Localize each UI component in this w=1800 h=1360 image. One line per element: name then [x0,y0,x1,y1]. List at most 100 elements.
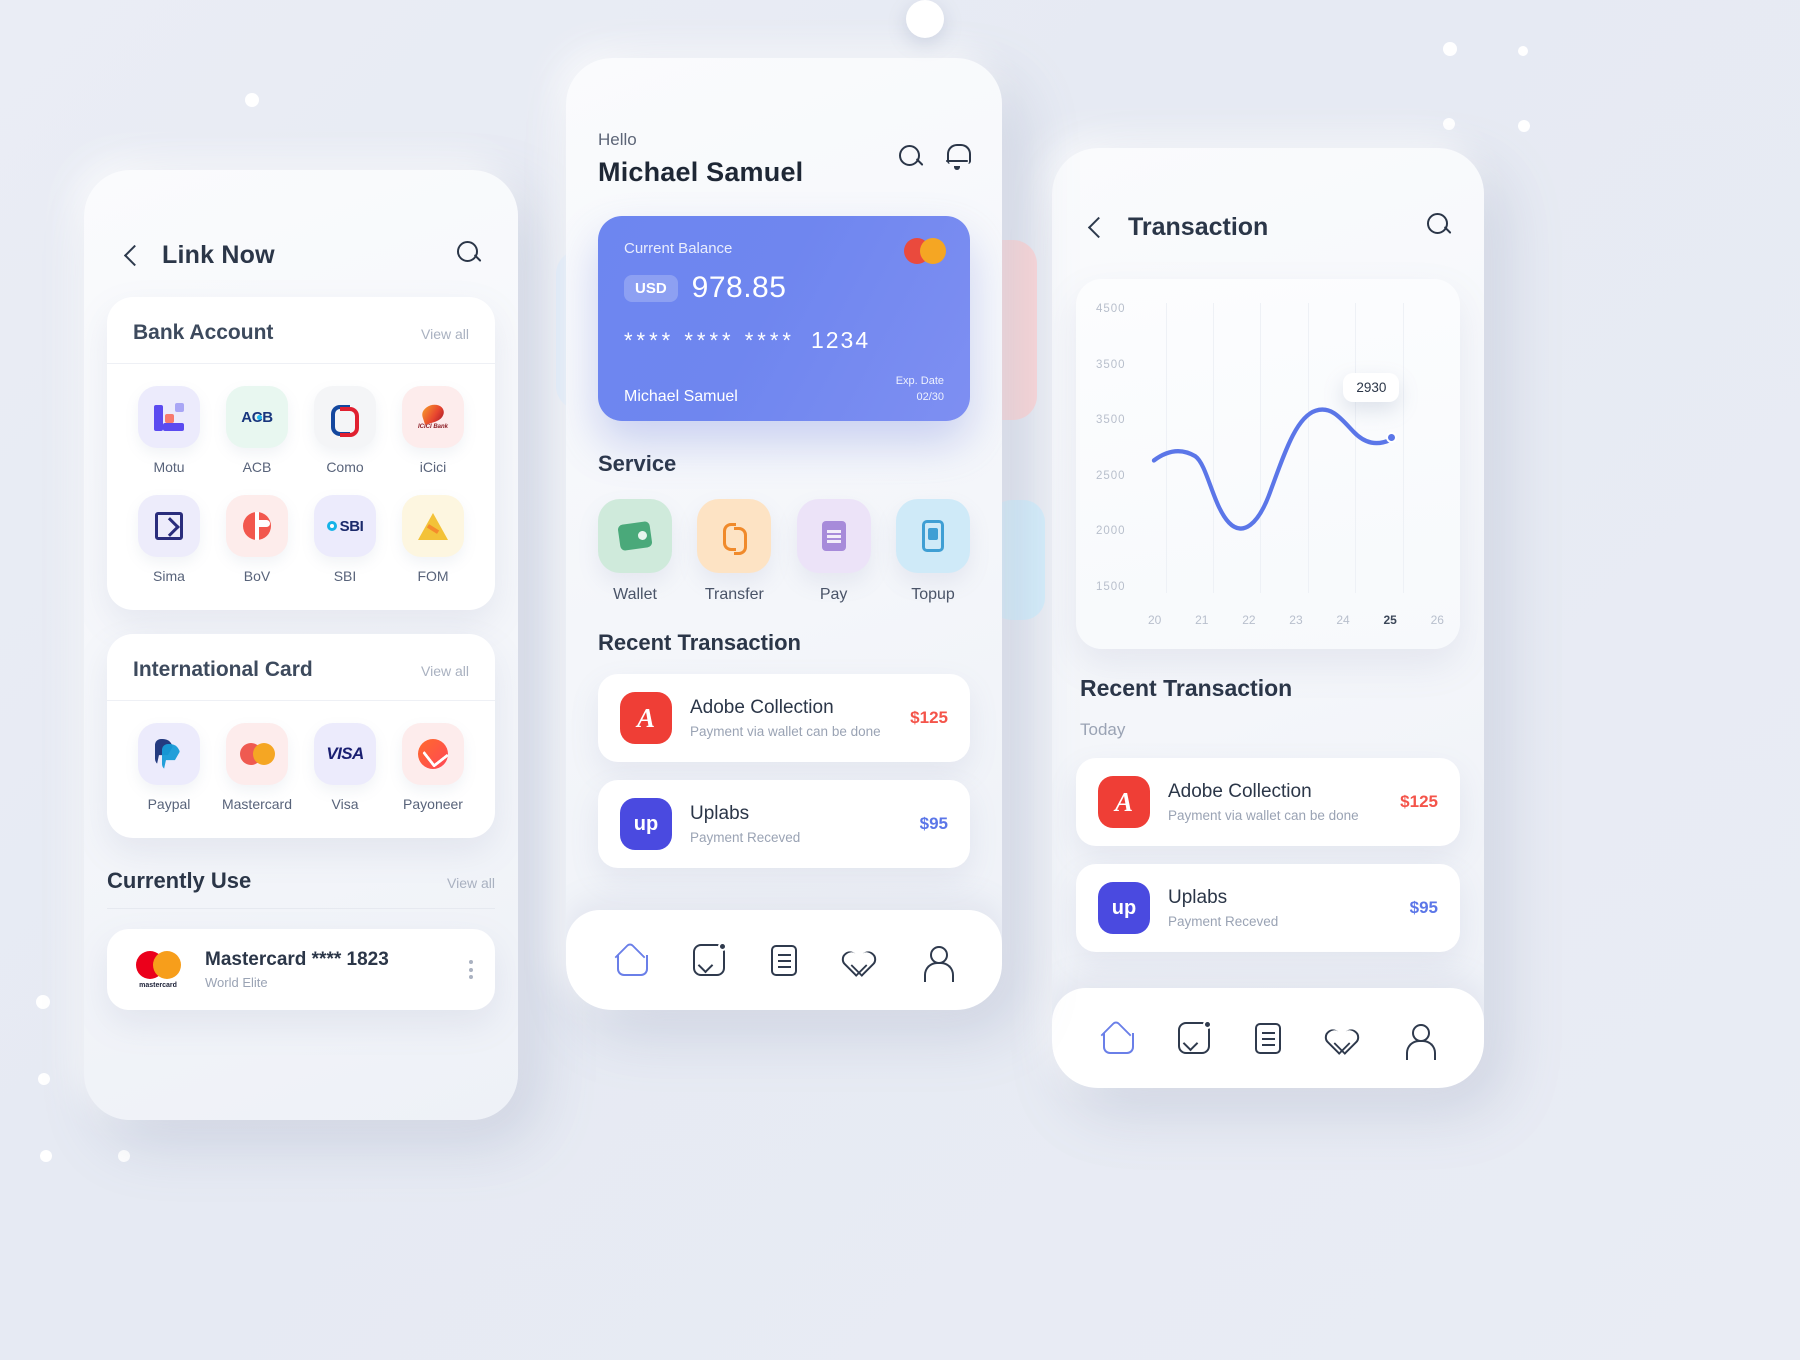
expiry-label: Exp. Date [895,375,944,387]
chevron-left-icon[interactable] [118,243,144,269]
como-logo-icon [330,404,360,437]
bank-item-icici[interactable]: ICICI Bank iCici [389,386,477,475]
nav-document-icon[interactable] [771,944,797,976]
adobe-glyph: A [1114,786,1133,817]
search-icon[interactable] [454,238,484,268]
transaction-subtitle: Payment via wallet can be done [1168,808,1359,823]
transaction-text: Uplabs Payment Receved [690,803,800,845]
bank-item-sbi[interactable]: SBI SBI [301,495,389,584]
transaction-title: Uplabs [690,803,750,824]
transaction-row-adobe[interactable]: A Adobe Collection Payment via wallet ca… [1076,758,1460,846]
mastercard-logo-icon [904,238,946,264]
service-row: Wallet Transfer Pay Topup [598,499,970,604]
decor-dot [40,1150,52,1162]
card-tier-label: World Elite [205,975,268,990]
transaction-title: Adobe Collection [690,697,834,718]
recent-transaction-title: Recent Transaction [598,630,801,655]
bank-label: BoV [243,568,271,584]
y-tick: 3500 [1096,358,1126,371]
chevron-left-icon[interactable] [1082,215,1108,241]
decor-dot [38,1073,50,1085]
card-tile [138,723,200,785]
nav-favorites-icon[interactable] [1326,1022,1358,1054]
service-label: Topup [911,586,955,603]
x-tick: 26 [1430,613,1444,627]
nav-favorites-icon[interactable] [843,944,875,976]
card-item-mastercard[interactable]: Mastercard [213,723,301,812]
service-tile [697,499,772,573]
search-button[interactable] [454,238,484,273]
bank-item-bov[interactable]: BoV [213,495,301,584]
nav-analytics-icon[interactable] [693,942,727,976]
x-tick: 23 [1289,613,1303,627]
bank-label: Sima [153,568,185,584]
card-tile [226,723,288,785]
search-icon[interactable] [896,142,926,172]
card-label: Mastercard [221,796,293,812]
bank-label: SBI [333,568,357,584]
transaction-row-uplabs[interactable]: up Uplabs Payment Receved $95 [598,780,970,868]
view-all-currently-use[interactable]: View all [447,875,495,891]
fom-logo-icon [418,512,448,540]
view-all-bank-accounts[interactable]: View all [421,326,469,342]
transaction-row-uplabs[interactable]: up Uplabs Payment Receved $95 [1076,864,1460,952]
bank-item-como[interactable]: Como [301,386,389,475]
search-button[interactable] [1424,210,1454,245]
card-item-payoneer[interactable]: Payoneer [389,723,477,812]
home-header: Hello Michael Samuel [566,58,1002,188]
transaction-amount: $125 [910,708,948,727]
balance-card[interactable]: Current Balance USD 978.85 **** **** ***… [598,216,970,421]
transaction-subtitle: Payment Receved [1168,914,1279,929]
bank-item-fom[interactable]: FOM [389,495,477,584]
nav-profile-icon[interactable] [1403,1022,1437,1060]
search-icon[interactable] [1424,210,1454,240]
sbi-logo-icon: SBI [326,518,364,535]
card-label: Payoneer [403,796,463,812]
transaction-header: Transaction [1052,148,1484,245]
card-number-last4: 1234 [810,327,871,353]
service-item-wallet[interactable]: Wallet [598,499,672,604]
notification-bell-icon[interactable] [944,142,971,170]
page-title: Transaction [1128,213,1269,241]
bank-logo-grid: Motu ACB ACB Como ICICI Bank iCici Sima … [107,364,495,610]
kebab-menu-icon[interactable] [469,960,473,979]
nav-home-icon[interactable] [1101,1022,1134,1054]
link-now-header: Link Now [84,170,518,273]
view-all-international-cards[interactable]: View all [421,663,469,679]
current-card-text: Mastercard **** 1823 World Elite [205,949,389,990]
service-item-pay[interactable]: Pay [796,499,871,604]
card-item-paypal[interactable]: Paypal [125,723,213,812]
bank-tile [138,495,200,557]
chart-plot-area: 2930 [1148,303,1444,593]
bank-item-sima[interactable]: Sima [125,495,213,584]
nav-analytics-icon[interactable] [1177,1020,1212,1054]
acb-logo-icon: ACB [241,408,273,426]
current-card-row[interactable]: mastercard Mastercard **** 1823 World El… [107,929,495,1010]
document-pay-icon [821,521,846,551]
transaction-amount: $95 [1409,898,1438,917]
visa-logo-icon: VISA [326,744,364,763]
balance-label: Current Balance [624,240,733,257]
decor-dot [36,995,50,1009]
mastercard-logo-icon [239,743,275,765]
bank-item-motu[interactable]: Motu [125,386,213,475]
nav-document-icon[interactable] [1254,1022,1281,1054]
bank-item-acb[interactable]: ACB ACB [213,386,301,475]
bank-tile [314,386,376,448]
icici-logo-icon: ICICI Bank [418,401,448,430]
service-item-topup[interactable]: Topup [895,499,970,604]
wallet-icon [617,520,653,552]
card-item-visa[interactable]: VISA Visa [301,723,389,812]
bank-tile [402,495,464,557]
nav-profile-icon[interactable] [921,944,954,982]
card-label: Visa [331,796,359,812]
transfer-icon [719,521,749,555]
camera-dot [906,0,944,38]
today-label: Today [1080,720,1126,739]
nav-home-icon[interactable] [615,944,648,976]
x-tick-active: 25 [1383,613,1397,627]
service-item-transfer[interactable]: Transfer [697,499,772,604]
transaction-amount: $125 [1400,792,1438,811]
transaction-row-adobe[interactable]: A Adobe Collection Payment via wallet ca… [598,674,970,762]
balance-amount: 978.85 [691,271,787,304]
